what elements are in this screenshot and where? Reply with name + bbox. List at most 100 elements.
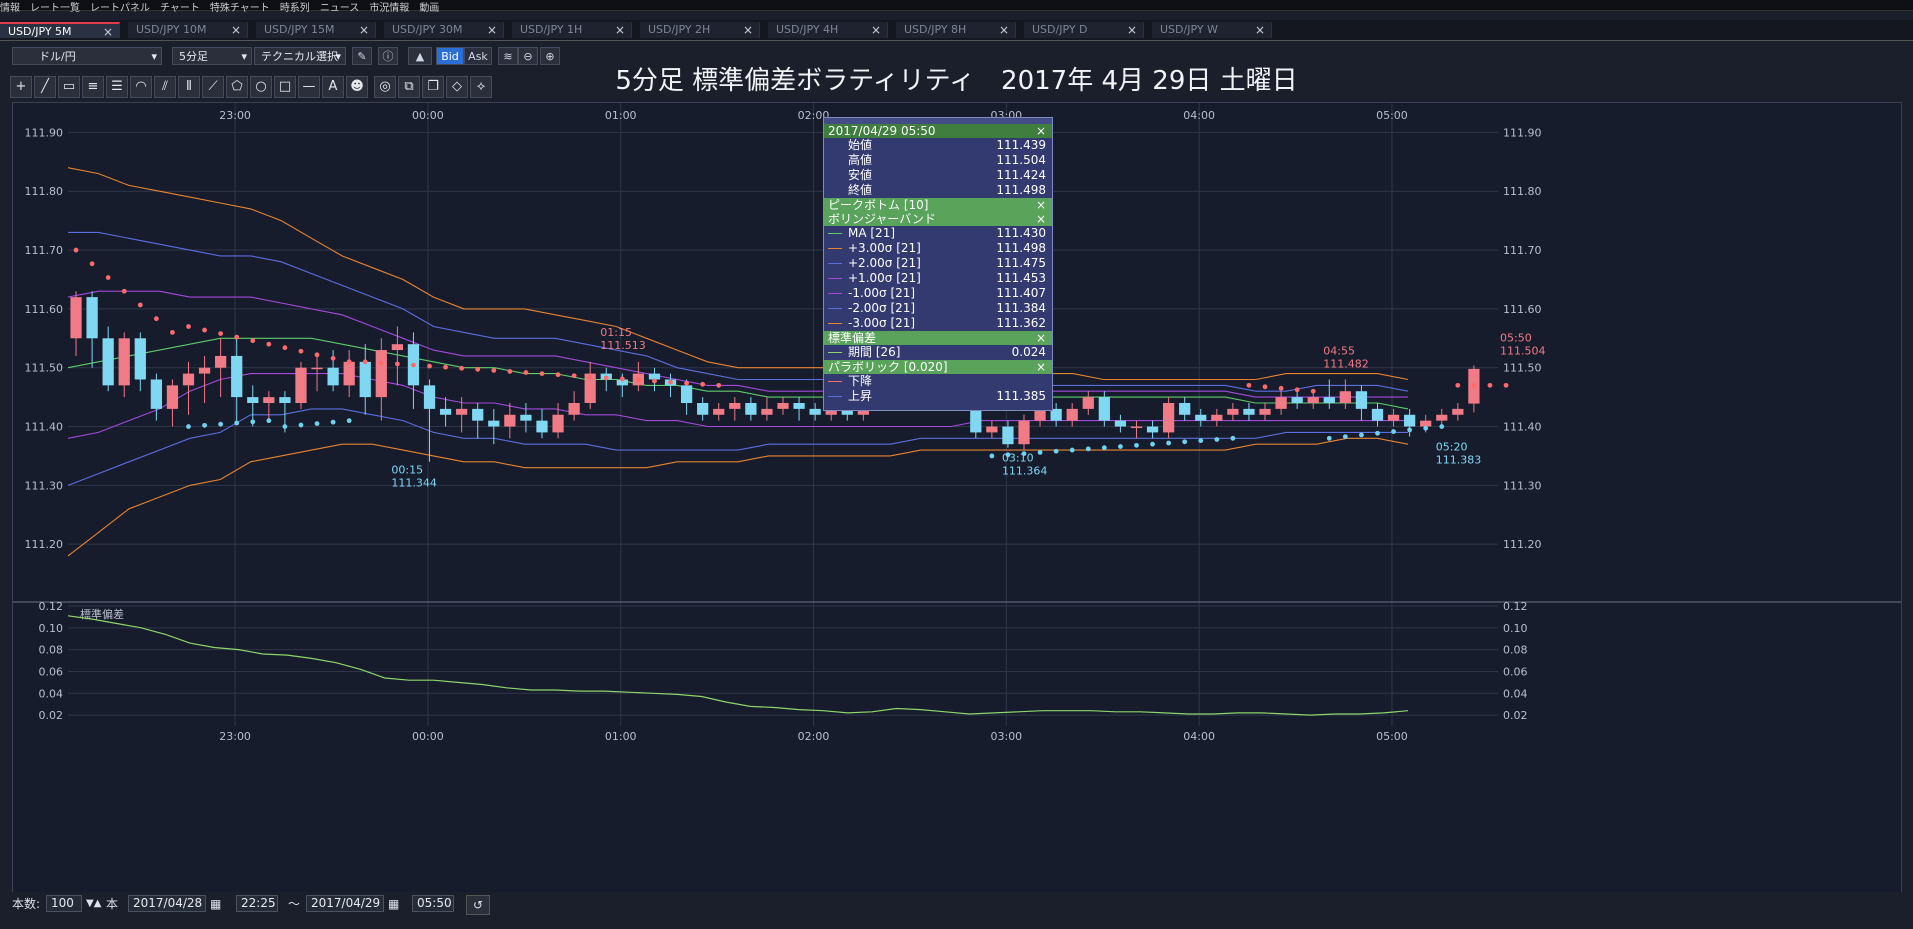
tab-label: USD/JPY 30M [392, 23, 463, 36]
legend-swatch [828, 381, 842, 382]
tab-usd-jpy-4h[interactable]: USD/JPY 4H × [768, 22, 888, 38]
candle-body [552, 414, 564, 433]
sar-dot [1101, 445, 1107, 451]
stepper-icon[interactable]: ▼▲ [86, 895, 101, 913]
time-to-input[interactable]: 05:50 [412, 895, 454, 912]
std-row: 期間 [26] 0.024 [824, 345, 1052, 360]
sar-dot [1214, 437, 1220, 442]
time-from-input[interactable]: 22:25 [236, 895, 278, 912]
hline-icon[interactable]: — [298, 76, 320, 98]
menu-item[interactable]: 時系列 [280, 4, 310, 14]
vertical-lines-icon[interactable]: ⦀ [178, 76, 200, 98]
candle-body [1002, 426, 1014, 445]
candle-body [1018, 420, 1030, 445]
sar-dot [684, 380, 689, 386]
text-icon[interactable]: A [322, 76, 344, 98]
sar-dot [411, 362, 416, 368]
sar-dot [282, 424, 288, 429]
date-to-input[interactable]: 2017/04/29 [306, 895, 384, 912]
row-label: 安値 [848, 168, 873, 182]
menu-item[interactable]: 情報 [0, 4, 20, 14]
annotation-time: 00:15 [391, 463, 423, 476]
circle-icon[interactable]: ○ [250, 76, 272, 98]
close-icon[interactable]: × [1036, 124, 1046, 138]
tab-usd-jpy-10m[interactable]: USD/JPY 10M × [128, 22, 248, 38]
tab-usd-jpy-w[interactable]: USD/JPY W × [1152, 22, 1272, 38]
close-icon[interactable]: × [999, 22, 1009, 38]
select-icon[interactable]: ◎ [374, 76, 396, 98]
row-value: 111.504 [996, 153, 1046, 167]
count-input[interactable]: 100 [46, 895, 82, 912]
tab-usd-jpy-1h[interactable]: USD/JPY 1H × [512, 22, 632, 38]
candle-body [648, 373, 661, 380]
close-icon[interactable]: × [615, 22, 625, 38]
close-icon[interactable]: × [231, 22, 241, 38]
row-value: 111.475 [996, 256, 1046, 270]
arc-icon[interactable]: ◠ [130, 76, 152, 98]
close-icon[interactable]: × [487, 22, 497, 38]
tab-usd-jpy-15m[interactable]: USD/JPY 15M × [256, 22, 376, 38]
close-icon[interactable]: × [1255, 22, 1265, 38]
menu-item[interactable]: 動画 [419, 4, 439, 14]
refresh-icon[interactable]: ↺ [466, 895, 490, 915]
date-from-input[interactable]: 2017/04/28 [128, 895, 206, 912]
close-icon[interactable]: × [871, 22, 881, 38]
crosshair-icon[interactable]: + [10, 76, 32, 98]
copy-icon[interactable]: ⧉ [398, 76, 420, 98]
tab-usd-jpy-30m[interactable]: USD/JPY 30M × [384, 22, 504, 38]
data-window[interactable]: 2017/04/29 05:50 × 始値 111.439 高値 111.504 安値 11… [823, 117, 1053, 411]
row-label: +1.00σ [21] [848, 271, 921, 285]
channel-icon[interactable]: ⟋ [202, 76, 224, 98]
candle-body [1404, 414, 1416, 427]
sar-dot [635, 377, 641, 383]
sar-dot [314, 352, 320, 358]
std-period-value: 0.024 [1011, 345, 1046, 359]
menu-item[interactable]: 市況情報 [369, 4, 409, 14]
y-tick-label-right: 111.90 [1503, 126, 1542, 139]
pentagon-icon[interactable]: ⬠ [226, 76, 248, 98]
calendar-icon[interactable]: ▦ [210, 895, 221, 913]
menu-item[interactable]: 特殊チャート [210, 4, 270, 14]
close-icon[interactable]: × [359, 22, 369, 38]
close-icon[interactable]: × [1036, 212, 1046, 226]
close-icon[interactable]: × [103, 24, 113, 40]
menu-item[interactable]: ニュース [320, 4, 360, 14]
menu-item[interactable]: レート一覧 [30, 4, 80, 14]
horizontal-lines-icon[interactable]: ≡ [82, 76, 104, 98]
tab-usd-jpy-d[interactable]: USD/JPY D × [1024, 22, 1144, 38]
candle-body [1211, 414, 1223, 421]
layers-icon[interactable]: ❐ [422, 76, 444, 98]
close-icon[interactable]: × [1127, 22, 1137, 38]
multi-lines-icon[interactable]: ☰ [106, 76, 128, 98]
eraser-icon[interactable]: ◇ [446, 76, 468, 98]
count-label: 本数: [12, 897, 41, 911]
sar-dot [153, 316, 159, 322]
sub-y-tick-right: 0.06 [1503, 665, 1528, 678]
tab-label: USD/JPY 8H [904, 23, 967, 36]
sar-dot [603, 375, 609, 381]
menu-item[interactable]: レートパネル [90, 4, 150, 14]
sar-dot [1503, 382, 1509, 388]
x-tick-label-top: 23:00 [219, 109, 251, 122]
close-icon[interactable]: × [1036, 360, 1046, 374]
tab-label: USD/JPY 15M [264, 23, 335, 36]
rectangle-icon[interactable]: □ [274, 76, 296, 98]
calendar-icon[interactable]: ▦ [388, 895, 399, 913]
menu-item[interactable]: チャート [160, 4, 200, 14]
row-value: 111.453 [996, 271, 1046, 285]
close-icon[interactable]: × [1036, 198, 1046, 212]
line-tool-icon[interactable]: ╱ [34, 76, 56, 98]
tab-usd-jpy-5m[interactable]: USD/JPY 5M × [0, 22, 120, 40]
candle-body [1146, 426, 1159, 433]
candle-body [1130, 426, 1143, 429]
fan-icon[interactable]: ⫽ [154, 76, 176, 98]
close-icon[interactable]: × [743, 22, 753, 38]
sar-dot [394, 361, 400, 367]
erase-all-icon[interactable]: ⟡ [470, 76, 492, 98]
tab-usd-jpy-2h[interactable]: USD/JPY 2H × [640, 22, 760, 38]
close-icon[interactable]: × [1036, 331, 1046, 345]
ruler-icon[interactable]: ▭ [58, 76, 80, 98]
stamp-icon[interactable]: ☻ [346, 76, 368, 98]
tab-usd-jpy-8h[interactable]: USD/JPY 8H × [896, 22, 1016, 38]
candle-body [134, 338, 146, 380]
